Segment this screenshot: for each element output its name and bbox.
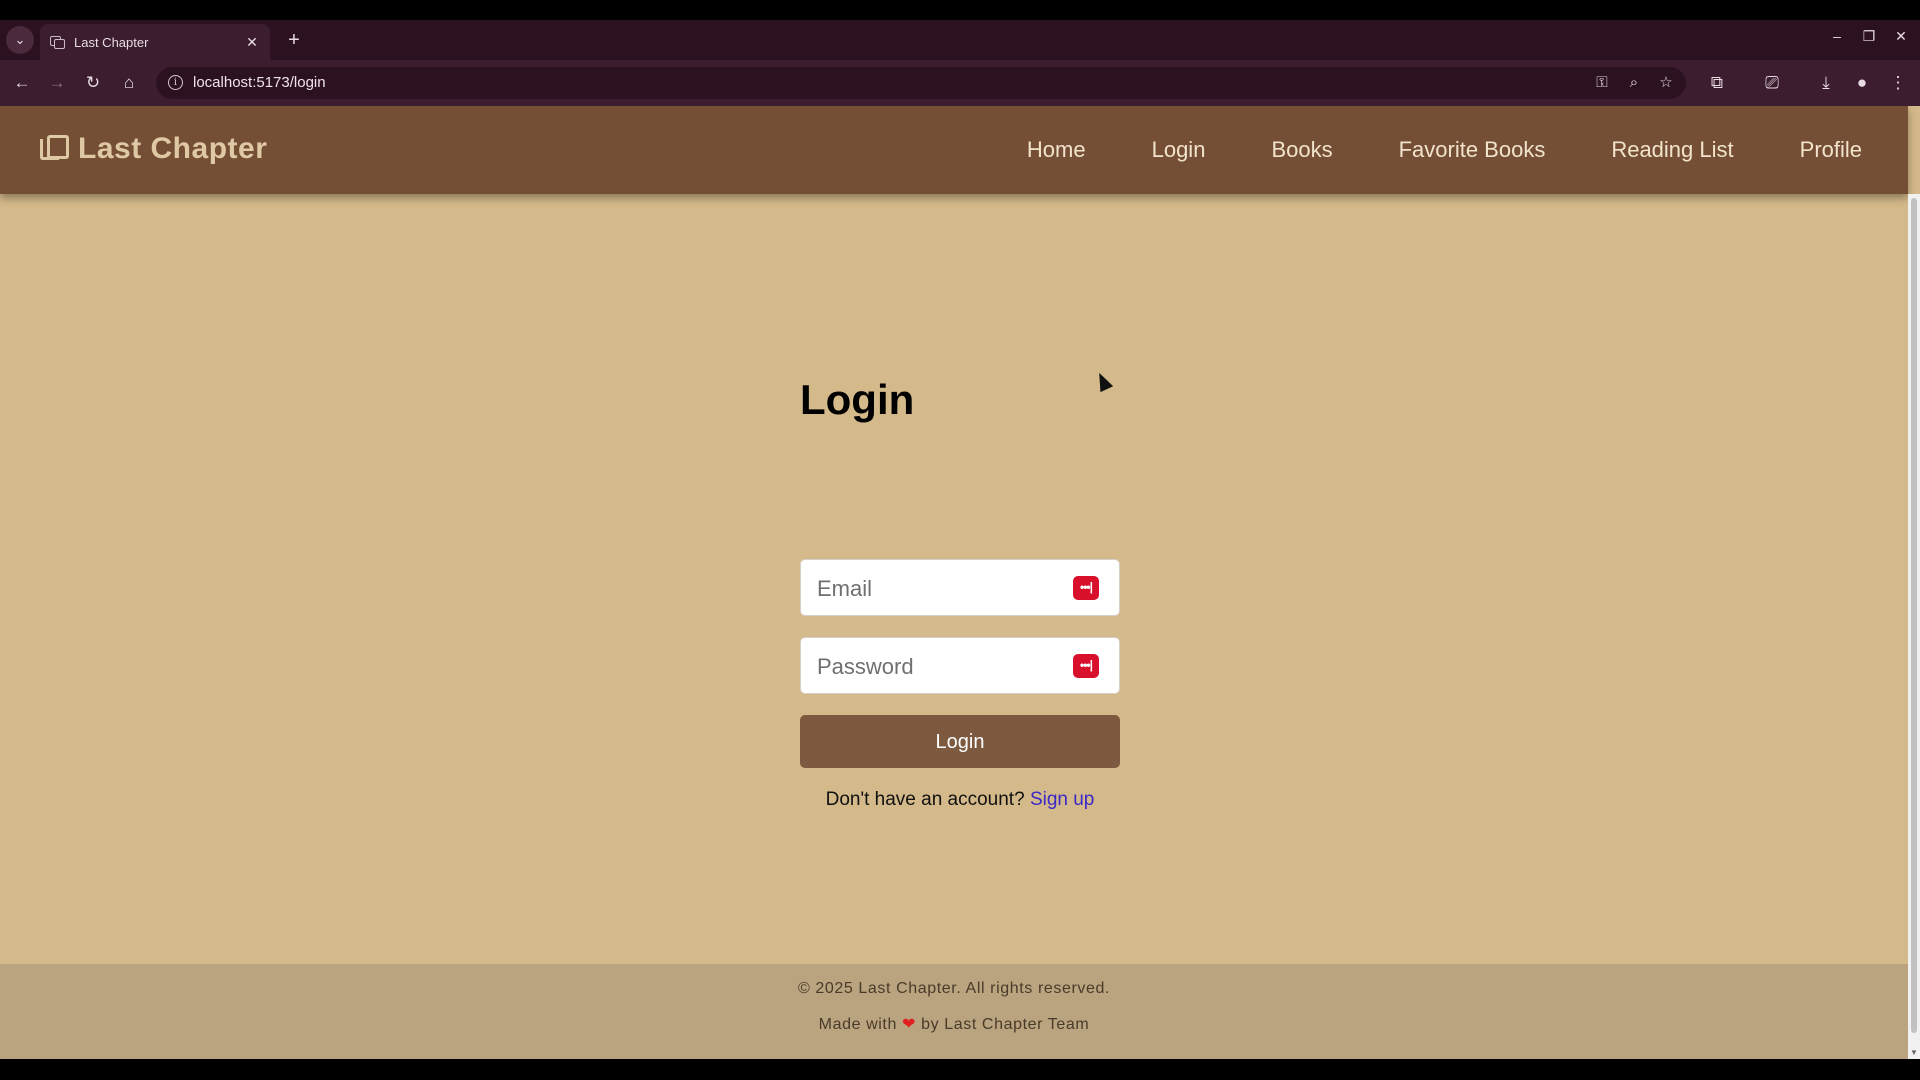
- nav-link-login[interactable]: Login: [1152, 137, 1206, 163]
- footer-made-with: Made with ❤ by Last Chapter Team: [0, 1014, 1908, 1034]
- page-viewport: Last Chapter Home Login Books Favorite B…: [0, 106, 1920, 1059]
- address-bar[interactable]: i localhost:5173/login ⚿ ⌕ ☆: [156, 67, 1686, 99]
- browser-tab[interactable]: Last Chapter ✕: [40, 24, 270, 60]
- footer-copyright: © 2025 Last Chapter. All rights reserved…: [797, 980, 1111, 997]
- cast-icon[interactable]: ⎚: [1760, 71, 1784, 95]
- made-with-prefix: Made with: [818, 1016, 897, 1033]
- scroll-down-arrow-icon[interactable]: ▼: [1908, 1048, 1920, 1057]
- brand-name: Last Chapter: [78, 132, 268, 165]
- window-close-icon[interactable]: ✕: [1889, 28, 1913, 45]
- site-footer: © 2025 Last Chapter. All rights reserved…: [0, 964, 1908, 1059]
- nav-link-favorite-books[interactable]: Favorite Books: [1399, 137, 1546, 163]
- nav-link-home[interactable]: Home: [1027, 137, 1086, 163]
- email-input[interactable]: [815, 560, 1079, 617]
- new-tab-button[interactable]: +: [282, 28, 306, 52]
- password-manager-icon[interactable]: •••|: [1073, 654, 1099, 678]
- nav-link-books[interactable]: Books: [1271, 137, 1332, 163]
- profile-avatar-icon[interactable]: ●: [1850, 71, 1874, 95]
- tab-list-icon[interactable]: ⌄: [6, 26, 34, 54]
- minimize-icon[interactable]: –: [1825, 28, 1849, 44]
- signup-link[interactable]: Sign up: [1030, 789, 1094, 810]
- heart-icon: ❤: [902, 1016, 917, 1033]
- site-navbar: Last Chapter Home Login Books Favorite B…: [0, 106, 1908, 194]
- tab-close-icon[interactable]: ✕: [242, 34, 262, 51]
- scrollbar-thumb[interactable]: [1911, 198, 1917, 1033]
- nav-link-profile[interactable]: Profile: [1800, 137, 1862, 163]
- restore-icon[interactable]: ❐: [1857, 28, 1881, 45]
- login-button[interactable]: Login: [800, 715, 1120, 768]
- book-stack-icon: [40, 135, 69, 163]
- back-icon[interactable]: ←: [10, 71, 34, 95]
- browser-tabstrip: ⌄ Last Chapter ✕ + – ❐ ✕: [0, 20, 1920, 60]
- reload-icon[interactable]: ↻: [81, 71, 105, 95]
- nav-links: Home Login Books Favorite Books Reading …: [961, 106, 1908, 194]
- bookmark-star-icon[interactable]: ☆: [1654, 71, 1678, 95]
- password-input[interactable]: [815, 638, 1079, 695]
- email-field[interactable]: •••|: [800, 559, 1120, 617]
- forward-icon[interactable]: →: [45, 71, 69, 95]
- nav-link-reading-list[interactable]: Reading List: [1611, 137, 1733, 163]
- password-manager-icon[interactable]: •••|: [1073, 576, 1099, 600]
- login-title: Login: [800, 376, 915, 423]
- tab-favicon-icon: [50, 36, 65, 49]
- extensions-icon[interactable]: ⧉: [1705, 71, 1729, 95]
- password-field[interactable]: •••|: [800, 637, 1120, 695]
- url-text[interactable]: localhost:5173/login: [193, 74, 326, 91]
- browser-toolbar: ← → ↻ ⌂ i localhost:5173/login ⚿ ⌕ ☆ ⧉ ⎚…: [0, 60, 1920, 106]
- password-key-icon[interactable]: ⚿: [1590, 71, 1614, 95]
- download-icon[interactable]: ⤓: [1814, 71, 1838, 95]
- signup-row: Don't have an account? Sign up: [800, 789, 1120, 811]
- mouse-cursor: [1092, 369, 1114, 393]
- menu-icon[interactable]: ⋮: [1886, 71, 1910, 95]
- made-with-suffix: by Last Chapter Team: [921, 1016, 1090, 1033]
- zoom-icon[interactable]: ⌕: [1622, 71, 1646, 95]
- signup-prompt: Don't have an account?: [825, 789, 1025, 810]
- page-scrollbar[interactable]: ▼: [1908, 194, 1920, 1059]
- home-icon[interactable]: ⌂: [117, 71, 141, 95]
- tab-title: Last Chapter: [74, 34, 149, 50]
- brand-logo[interactable]: Last Chapter: [40, 132, 267, 166]
- site-info-icon[interactable]: i: [168, 75, 183, 90]
